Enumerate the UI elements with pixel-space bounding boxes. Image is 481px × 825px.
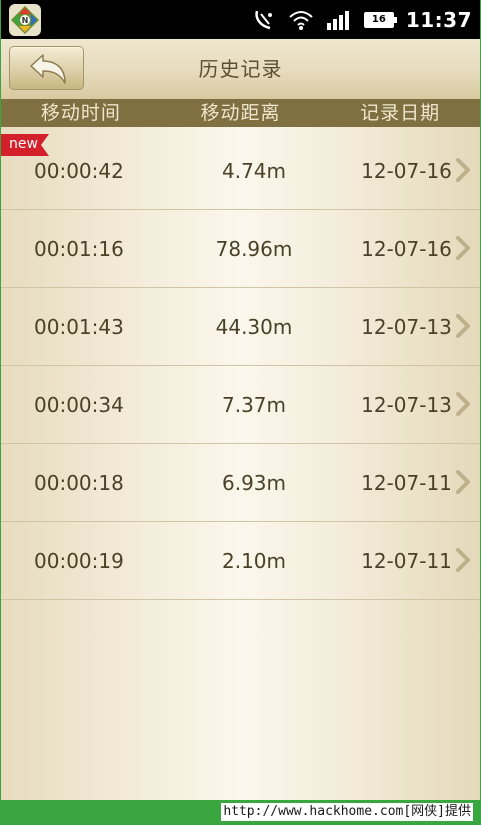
back-arrow-icon — [30, 54, 66, 84]
new-badge-label: new — [9, 136, 38, 152]
status-clock: 11:37 — [405, 7, 472, 32]
row-date: 12-07-16 — [361, 236, 452, 261]
title-bar: 历史记录 — [1, 39, 480, 99]
column-header-distance: 移动距离 — [200, 102, 281, 124]
row-time: 00:01:16 — [34, 236, 124, 261]
row-distance: 6.93m — [221, 470, 286, 495]
row-date: 12-07-11 — [361, 470, 452, 495]
row-time: 00:00:19 — [34, 548, 124, 573]
column-header-date: 记录日期 — [360, 102, 441, 124]
row-distance: 7.37m — [221, 392, 286, 417]
history-list: new 00:00:42 4.74m 12-07-16 00:01:16 78.… — [1, 132, 480, 600]
signal-icon — [326, 10, 349, 30]
row-date: 12-07-11 — [361, 548, 452, 573]
svg-text:N: N — [22, 16, 29, 25]
row-distance: 78.96m — [215, 236, 293, 261]
battery-level: 16 — [371, 14, 386, 25]
history-row[interactable]: 00:01:43 44.30m 12-07-13 — [1, 288, 480, 366]
row-date: 12-07-13 — [361, 314, 452, 339]
wifi-icon — [289, 10, 313, 30]
back-button[interactable] — [9, 46, 84, 90]
chevron-right-icon — [456, 392, 470, 416]
chevron-right-icon — [456, 236, 470, 260]
row-time: 00:00:42 — [34, 158, 124, 183]
history-row[interactable]: new 00:00:42 4.74m 12-07-16 — [1, 132, 480, 210]
row-date: 12-07-13 — [361, 392, 452, 417]
chevron-right-icon — [456, 470, 470, 494]
watermark-text: http://www.hackhome.com[网侠]提供 — [221, 803, 473, 821]
row-distance: 2.10m — [221, 548, 286, 573]
row-time: 00:01:43 — [34, 314, 124, 339]
status-bar: N 16 11:37 — [1, 0, 480, 39]
history-row[interactable]: 00:00:19 2.10m 12-07-11 — [1, 522, 480, 600]
source-footer: http://www.hackhome.com[网侠]提供 — [0, 800, 481, 825]
chevron-right-icon — [456, 158, 470, 182]
history-row[interactable]: 00:00:18 6.93m 12-07-11 — [1, 444, 480, 522]
history-row[interactable]: 00:01:16 78.96m 12-07-16 — [1, 210, 480, 288]
row-time: 00:00:34 — [34, 392, 124, 417]
history-row[interactable]: 00:00:34 7.37m 12-07-13 — [1, 366, 480, 444]
column-header-bar: 移动时间 移动距离 记录日期 — [1, 99, 480, 127]
row-distance: 4.74m — [221, 158, 286, 183]
column-header-time: 移动时间 — [40, 102, 121, 124]
chevron-right-icon — [456, 314, 470, 338]
chevron-right-icon — [456, 548, 470, 572]
row-distance: 44.30m — [215, 314, 293, 339]
battery-icon: 16 — [363, 11, 397, 28]
app-logo-icon: N — [9, 4, 41, 36]
no-sim-icon — [255, 10, 272, 29]
row-date: 12-07-16 — [361, 158, 452, 183]
row-time: 00:00:18 — [34, 470, 124, 495]
